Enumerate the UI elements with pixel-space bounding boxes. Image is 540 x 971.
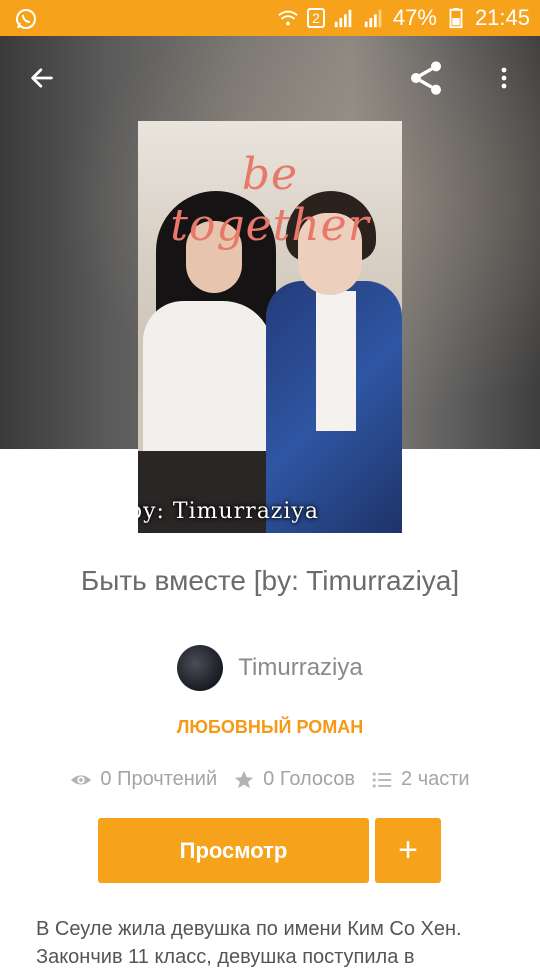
wifi-icon [278, 10, 298, 26]
avatar[interactable] [177, 645, 224, 691]
eye-icon [71, 774, 92, 785]
genre-link[interactable]: ЛЮБОВНЫЙ РОМАН [0, 717, 540, 738]
cover-byline: by: Timurraziya [138, 499, 319, 524]
reads-stat: 0 Прочтений [70, 768, 217, 791]
votes-stat: 0 Голосов [233, 768, 355, 791]
battery-percent: 47% [392, 5, 437, 30]
cover-art-figure [316, 291, 356, 431]
add-to-library-button[interactable]: + [375, 818, 441, 883]
story-title: Быть вместе [by: Timurraziya] [80, 565, 460, 596]
signal-2-icon [364, 9, 382, 28]
clock: 21:45 [474, 5, 530, 30]
whatsapp-icon [16, 9, 36, 29]
book-cover[interactable]: be together by: Timurraziya [138, 121, 402, 533]
sim-badge: 2 [307, 8, 325, 28]
reads-count: 0 Прочтений [100, 768, 218, 790]
share-button[interactable] [402, 54, 450, 102]
author-name[interactable]: Timurraziya [238, 654, 362, 682]
signal-icon [334, 9, 352, 28]
more-options-button[interactable] [480, 54, 528, 102]
list-icon [372, 772, 392, 787]
story-stats: 0 Прочтений 0 Голосов 2 части [0, 768, 540, 791]
share-icon [411, 61, 441, 95]
status-bar: 2 47% 21:45 [0, 0, 540, 36]
cover-title: be together [170, 149, 370, 251]
back-button[interactable] [18, 54, 66, 102]
more-vertical-icon [501, 67, 507, 89]
parts-stat: 2 части [371, 768, 470, 791]
parts-count: 2 части [401, 768, 470, 790]
star-icon [234, 770, 254, 788]
arrow-left-icon [31, 68, 53, 88]
battery-icon [449, 7, 463, 29]
author-row[interactable]: Timurraziya [0, 645, 540, 691]
votes-count: 0 Голосов [263, 768, 356, 790]
read-button[interactable]: Просмотр [98, 818, 369, 883]
story-description: В Сеуле жила девушка по имени Ким Со Хен… [36, 918, 462, 968]
